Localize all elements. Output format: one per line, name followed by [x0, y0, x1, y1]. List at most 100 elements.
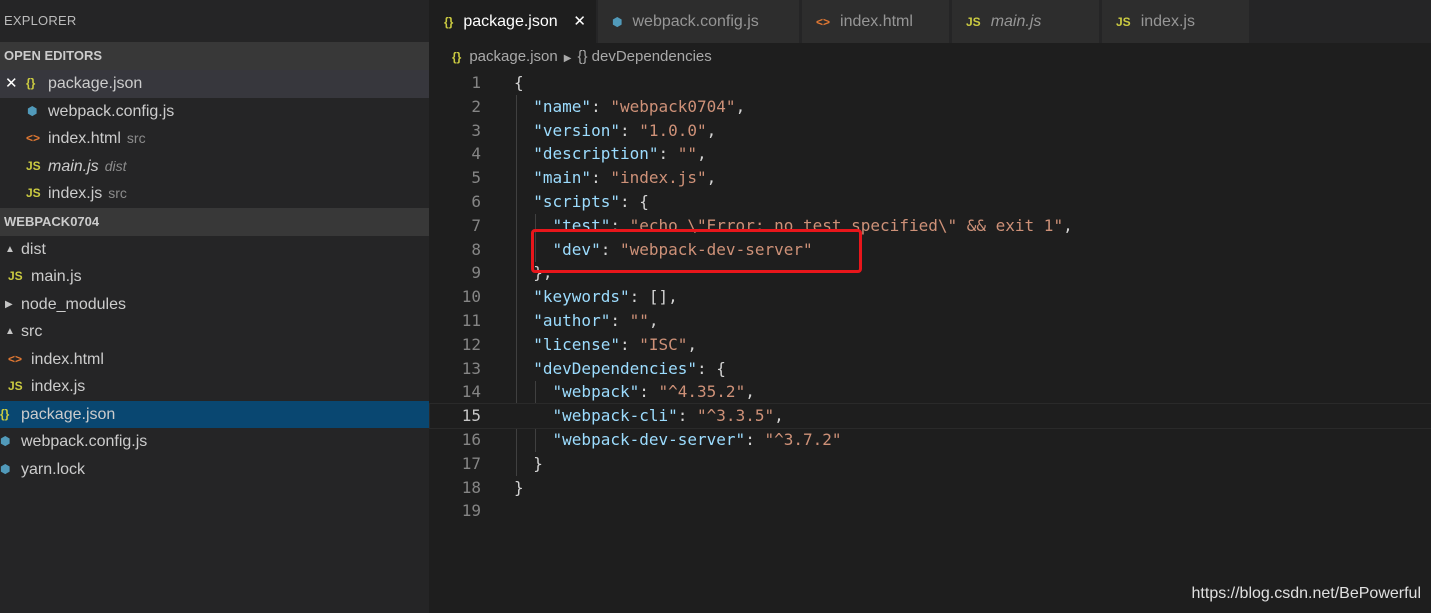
open-editor-package-json[interactable]: ✕ {} package.json: [0, 70, 429, 98]
line-number: 13: [461, 358, 481, 378]
webpack-icon: ⬢: [0, 434, 11, 448]
breadcrumb-file[interactable]: package.json: [469, 48, 557, 65]
line-number: 1: [471, 73, 481, 92]
tab-webpack-config[interactable]: ⬢ webpack.config.js: [598, 0, 800, 43]
json-icon: {}: [444, 15, 454, 29]
tree-file-webpack-config[interactable]: ⬢ webpack.config.js: [0, 428, 429, 456]
open-editor-webpack-config[interactable]: ⬢ webpack.config.js: [0, 98, 429, 126]
tree-item-label: main.js: [31, 268, 82, 285]
code-text: "main": "index.js",: [533, 168, 717, 188]
yarn-icon: ⬢: [0, 461, 11, 476]
code-line[interactable]: 4 "description": "",: [430, 142, 1431, 166]
tab-label: index.html: [840, 13, 913, 30]
tab-main-js[interactable]: JS main.js: [952, 0, 1100, 43]
chevron-down-icon: ▲: [5, 243, 15, 255]
json-icon: {}: [26, 76, 36, 90]
explorer-title: EXPLORER: [4, 13, 77, 28]
tab-index-js[interactable]: JS index.js: [1102, 0, 1250, 43]
chevron-right-icon: ▶: [563, 53, 572, 64]
code-line[interactable]: 15 "webpack-cli": "^3.3.5",: [429, 403, 1431, 429]
open-editor-label: main.js: [48, 157, 99, 175]
line-number: 10: [461, 287, 481, 307]
code-line[interactable]: 18}: [430, 476, 1431, 500]
open-editor-index-js[interactable]: JS index.js src: [0, 180, 429, 208]
tree-file-yarn-lock[interactable]: ⬢ yarn.lock: [0, 456, 429, 484]
code-line[interactable]: 19: [430, 499, 1431, 523]
chevron-right-icon: ▶: [5, 298, 13, 310]
tab-bar: {} package.json ✕ ⬢ webpack.config.js <> in…: [430, 0, 1431, 43]
html-icon: <>: [816, 15, 831, 29]
code-line[interactable]: 13 "devDependencies": {: [430, 357, 1431, 381]
webpack-icon: ⬢: [27, 103, 38, 118]
code-text: {: [514, 73, 524, 92]
line-number: 17: [461, 453, 481, 473]
line-number: 12: [461, 334, 481, 354]
tree-folder-src[interactable]: ▲ src: [0, 318, 429, 346]
js-icon: JS: [26, 186, 41, 200]
code-line[interactable]: 10 "keywords": [],: [430, 285, 1431, 309]
line-number: 6: [471, 191, 481, 211]
tree-item-label: package.json: [21, 405, 116, 423]
code-line[interactable]: 16 "webpack-dev-server": "^3.7.2": [430, 428, 1431, 452]
line-number: 3: [471, 120, 481, 140]
code-line[interactable]: 5 "main": "index.js",: [430, 166, 1431, 190]
code-text: "webpack-cli": "^3.3.5",: [552, 406, 784, 426]
tree-folder-node-modules[interactable]: ▶ node_modules: [0, 291, 429, 319]
js-icon: JS: [8, 379, 23, 393]
project-header[interactable]: WEBPACK0704: [0, 207, 429, 236]
js-icon: JS: [8, 269, 23, 283]
tree-item-label: src: [21, 323, 43, 340]
js-icon: JS: [966, 15, 981, 29]
close-icon[interactable]: ✕: [5, 70, 18, 98]
tab-package-json[interactable]: {} package.json ✕: [430, 0, 597, 43]
js-icon: JS: [1116, 15, 1131, 29]
code-line[interactable]: 17 }: [430, 452, 1431, 476]
code-line[interactable]: 12 "license": "ISC",: [430, 333, 1431, 357]
line-number: 7: [471, 215, 481, 235]
code-line[interactable]: 14 "webpack": "^4.35.2",: [430, 380, 1431, 404]
code-text: }: [514, 477, 524, 497]
line-number: 5: [471, 168, 481, 188]
open-editor-main-js[interactable]: JS main.js dist: [0, 153, 429, 181]
editor-area: {} package.json ✕ ⬢ webpack.config.js <> in…: [429, 0, 1431, 613]
open-editor-desc: src: [126, 130, 146, 146]
code-line[interactable]: 11 "author": "",: [430, 309, 1431, 333]
breadcrumb-symbol[interactable]: devDependencies: [592, 48, 712, 65]
open-editor-desc: dist: [104, 157, 127, 174]
line-number: 15: [461, 406, 481, 426]
tree-file-index-js[interactable]: JS index.js: [0, 373, 429, 401]
line-number: 19: [461, 501, 481, 521]
code-line[interactable]: 6 "scripts": {: [430, 190, 1431, 214]
breadcrumb-symbol-icon: {}: [577, 48, 588, 65]
tree-item-label: index.html: [31, 350, 104, 368]
code-text: "description": "",: [533, 144, 707, 164]
tree-folder-dist[interactable]: ▲ dist: [0, 236, 429, 264]
json-icon: {}: [0, 406, 10, 421]
open-editor-label: index.js: [48, 185, 103, 202]
code-text: "scripts": {: [533, 191, 649, 211]
close-icon[interactable]: ✕: [573, 0, 586, 43]
html-icon: <>: [8, 351, 23, 366]
code-text: "name": "webpack0704",: [533, 96, 746, 116]
tab-index-html[interactable]: <> index.html: [802, 0, 950, 43]
code-line[interactable]: 1{: [430, 71, 1431, 95]
webpack-icon: ⬢: [612, 15, 623, 29]
code-text: "webpack": "^4.35.2",: [552, 382, 755, 402]
code-editor[interactable]: 1{2 "name": "webpack0704", 3 "version": "…: [429, 71, 1431, 523]
code-text: "devDependencies": {: [533, 358, 726, 378]
js-icon: JS: [26, 158, 41, 173]
tree-file-index-html[interactable]: <> index.html: [0, 346, 429, 374]
breadcrumb: {} package.json ▶ {} devDependencies: [430, 43, 1431, 71]
line-number: 11: [461, 310, 481, 330]
code-text: "version": "1.0.0",: [533, 120, 717, 140]
tab-label: main.js: [990, 13, 1042, 30]
open-editor-index-html[interactable]: <> index.html src: [0, 125, 429, 153]
open-editor-label: webpack.config.js: [48, 102, 175, 120]
open-editors-header[interactable]: OPEN EDITORS: [0, 42, 429, 70]
tree-file-main-js[interactable]: JS main.js: [0, 263, 429, 291]
tree-file-package-json[interactable]: {} package.json: [0, 400, 429, 428]
code-line[interactable]: 3 "version": "1.0.0",: [430, 119, 1431, 143]
json-icon: {}: [452, 50, 462, 64]
code-line[interactable]: 2 "name": "webpack0704",: [430, 95, 1431, 119]
tree-item-label: index.js: [31, 378, 86, 395]
